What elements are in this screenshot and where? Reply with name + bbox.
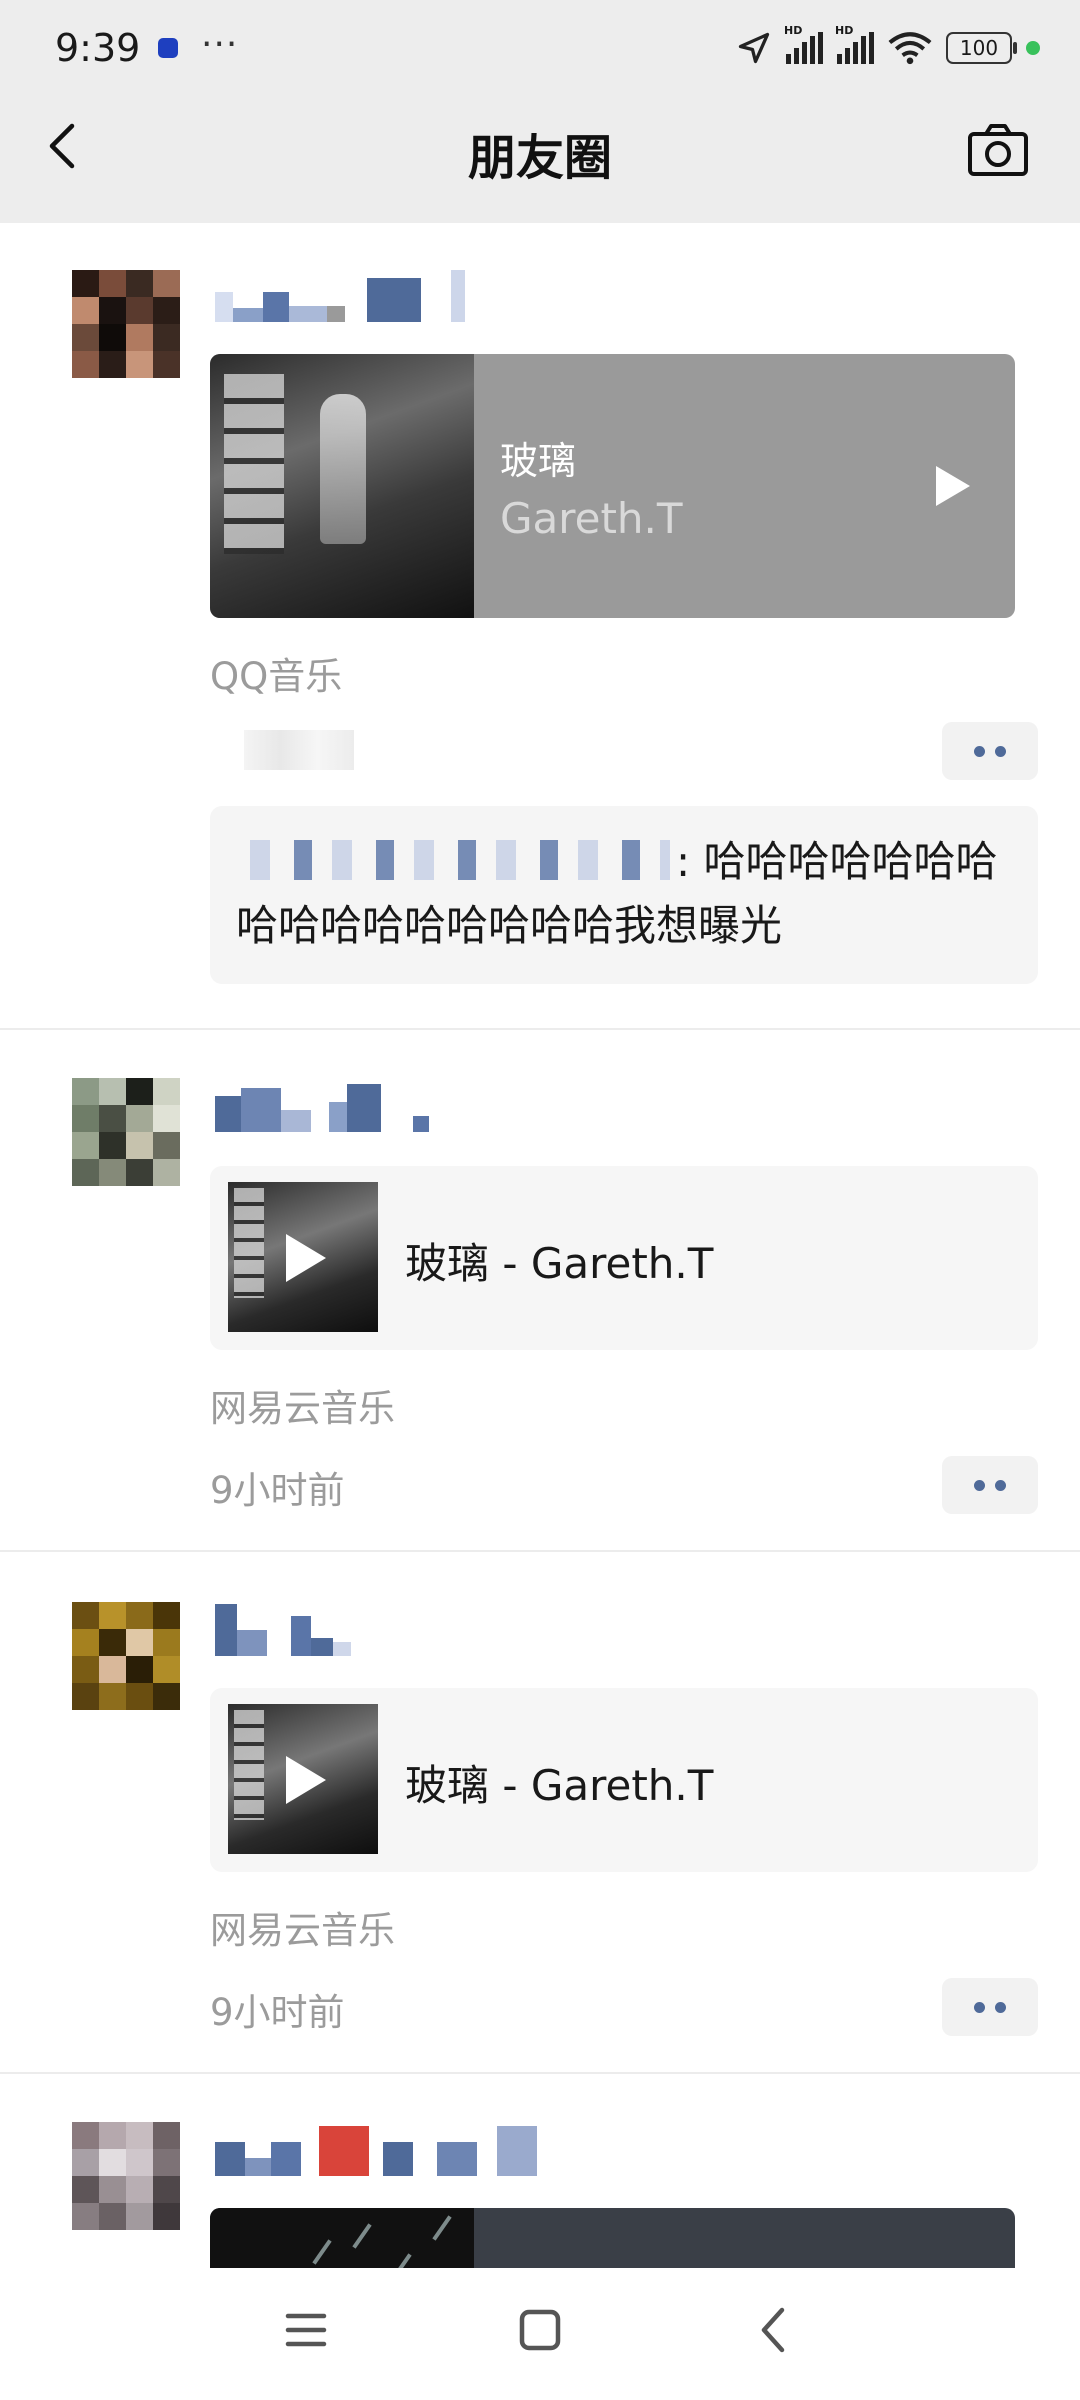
avatar[interactable] <box>72 2122 180 2230</box>
top-bar: 9:39 ··· HD HD 100 朋友圈 <box>0 0 1080 223</box>
username-redacted[interactable] <box>215 2116 537 2176</box>
menu-icon[interactable] <box>276 2300 336 2360</box>
wifi-icon <box>888 32 932 65</box>
location-icon <box>738 32 770 64</box>
camera-icon[interactable] <box>966 118 1030 182</box>
status-time: 9:39 <box>55 26 141 70</box>
signal-icon-2: HD <box>835 24 874 64</box>
signal-icon: HD <box>784 24 823 64</box>
system-nav-bar <box>0 2268 1080 2400</box>
app-notification-icon <box>158 38 178 58</box>
nav-back-icon[interactable] <box>744 2300 804 2360</box>
battery-icon: 100 <box>946 32 1017 64</box>
page-title: 朋友圈 <box>467 130 612 186</box>
moment-post-4 <box>0 0 1080 2298</box>
home-icon[interactable] <box>510 2300 570 2360</box>
privacy-indicator <box>1026 41 1040 55</box>
status-icons: HD HD 100 <box>736 24 1040 68</box>
status-more-indicator: ··· <box>201 24 239 65</box>
